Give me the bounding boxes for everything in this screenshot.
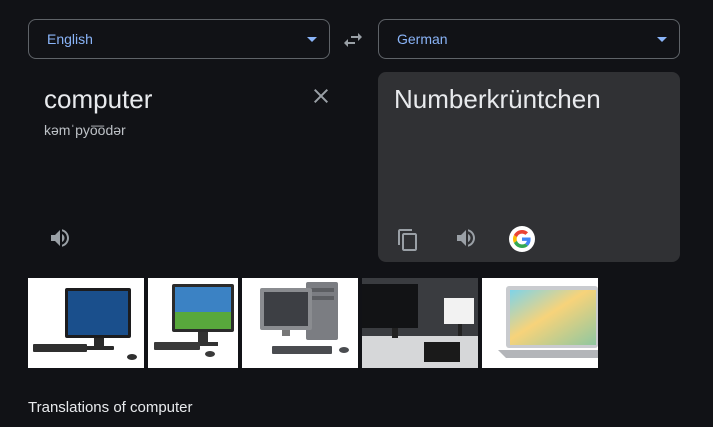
source-text-panel[interactable]: computer kəmˈpyo͞odər [28, 72, 346, 262]
image-result[interactable] [148, 278, 238, 368]
monitor-keyboard-image [33, 288, 137, 360]
copy-icon[interactable] [396, 228, 420, 252]
laptop-image [498, 286, 598, 358]
target-language-label: German [397, 31, 448, 47]
swap-arrows-icon[interactable] [341, 28, 365, 52]
image-result[interactable] [242, 278, 358, 368]
office-desk-image [362, 278, 478, 368]
google-g-logo[interactable] [509, 226, 535, 252]
translation-text: Numberkrüntchen [394, 84, 601, 114]
source-phonetic: kəmˈpyo͞odər [44, 122, 126, 138]
speaker-icon[interactable] [454, 226, 478, 250]
source-text[interactable]: computer [44, 84, 152, 115]
translations-heading: Translations of computer [28, 399, 193, 416]
desktop-tower-image [260, 282, 349, 354]
translation-panel: Numberkrüntchen [378, 72, 680, 262]
google-g-icon [513, 230, 531, 248]
image-result[interactable] [362, 278, 478, 368]
source-language-label: English [47, 31, 93, 47]
widescreen-monitor-image [154, 284, 234, 357]
close-icon[interactable] [309, 84, 333, 108]
source-language-select[interactable]: English [28, 19, 330, 59]
chevron-down-icon [657, 36, 667, 42]
target-language-select[interactable]: German [378, 19, 680, 59]
speaker-icon[interactable] [48, 226, 72, 250]
chevron-down-icon [307, 36, 317, 42]
image-result[interactable] [482, 278, 598, 368]
image-result[interactable] [28, 278, 144, 368]
